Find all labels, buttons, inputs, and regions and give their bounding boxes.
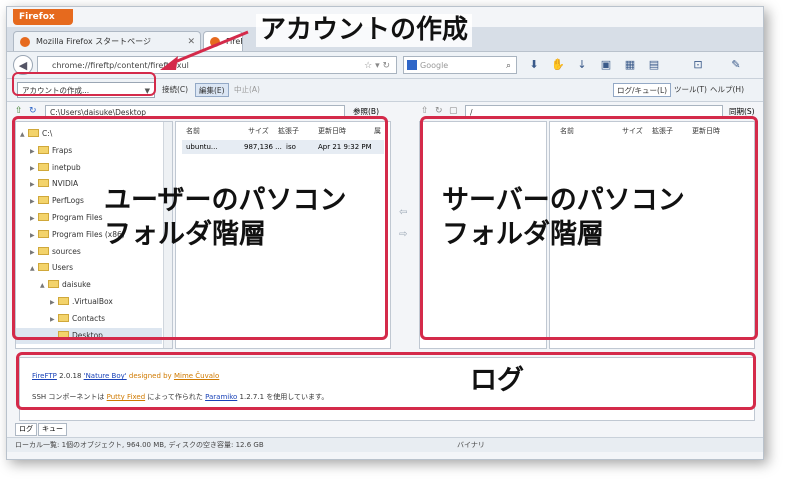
annotation-server-folders: サーバーのパソコン フォルダ階層 xyxy=(442,185,685,250)
annotation-user-folders: ユーザーのパソコン フォルダ階層 xyxy=(104,185,347,250)
annotation-account-create: アカウントの作成 xyxy=(256,14,473,47)
annotation-log: ログ xyxy=(470,365,524,396)
